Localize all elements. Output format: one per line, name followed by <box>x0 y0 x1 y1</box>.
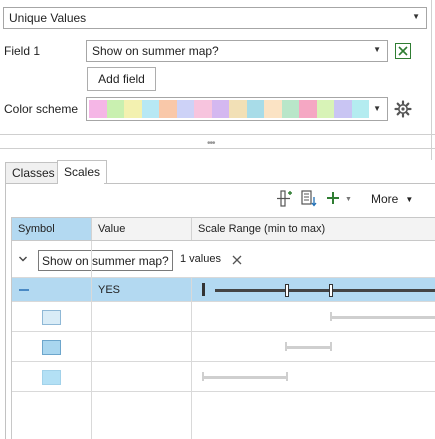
color-scheme-swatches <box>89 100 369 118</box>
add-field-button[interactable]: Add field <box>87 67 156 91</box>
color-swatch <box>351 100 369 118</box>
column-header-value[interactable]: Value <box>92 218 192 240</box>
gear-icon[interactable] <box>394 100 412 118</box>
add-icon[interactable] <box>325 190 341 206</box>
tab-classes[interactable]: Classes <box>5 162 62 183</box>
color-swatch <box>106 100 124 118</box>
color-swatch <box>281 100 299 118</box>
field1-label: Field 1 <box>4 44 41 58</box>
color-swatch <box>124 100 142 118</box>
color-swatch <box>194 100 212 118</box>
splitter-line <box>0 148 435 149</box>
table-row[interactable]: YES <box>12 278 435 302</box>
field1-dropdown[interactable]: Show on summer map? ▼ <box>86 40 388 62</box>
scale-range-handle-max[interactable] <box>329 284 333 297</box>
color-swatch <box>159 100 177 118</box>
more-button[interactable]: More ▼ <box>371 192 413 206</box>
close-icon[interactable] <box>232 254 242 265</box>
column-divider <box>191 278 192 439</box>
add-scale-break-icon[interactable] <box>276 190 293 207</box>
splitter-grip-icon[interactable]: ••• <box>207 139 215 149</box>
symbol-swatch[interactable] <box>42 340 61 355</box>
color-swatch <box>211 100 229 118</box>
color-swatch <box>264 100 282 118</box>
column-divider <box>91 278 92 439</box>
tab-scales-join <box>58 182 104 184</box>
tab-scales[interactable]: Scales <box>57 160 108 183</box>
table-row[interactable] <box>12 362 435 392</box>
range-cap-max <box>330 342 332 351</box>
color-swatch <box>246 100 264 118</box>
chevron-down-icon[interactable]: ▼ <box>345 196 352 203</box>
color-swatch <box>176 100 194 118</box>
primary-symbology-value: Unique Values <box>9 11 87 25</box>
symbol-swatch[interactable] <box>42 310 61 325</box>
scales-table: Symbol Value Scale Range (min to max) Sh… <box>11 217 435 439</box>
column-header-symbol[interactable]: Symbol <box>12 218 92 240</box>
splitter-line <box>0 134 435 135</box>
scale-range-bar[interactable] <box>330 316 435 319</box>
field1-value: Show on summer map? <box>92 44 219 58</box>
color-swatch <box>299 100 317 118</box>
scale-range-bar[interactable] <box>285 346 332 349</box>
scale-range-bar[interactable] <box>215 289 435 292</box>
column-header-scale-range[interactable]: Scale Range (min to max) <box>192 218 435 240</box>
chevron-down-icon: ▼ <box>412 12 420 21</box>
chevron-down-icon[interactable] <box>18 253 28 263</box>
table-header: Symbol Value Scale Range (min to max) <box>12 218 435 241</box>
group-row: Show on summer map? 1 values <box>12 241 435 278</box>
table-row[interactable] <box>12 332 435 362</box>
color-swatch <box>89 100 107 118</box>
group-value-count: 1 values <box>180 253 221 265</box>
color-swatch <box>334 100 352 118</box>
scale-range-handle-min[interactable] <box>285 284 289 297</box>
collapse-icon <box>19 289 29 291</box>
range-min-marker <box>202 283 205 296</box>
sort-icon[interactable] <box>300 190 317 207</box>
color-swatch <box>229 100 247 118</box>
color-swatch <box>141 100 159 118</box>
scale-range-bar[interactable] <box>202 376 288 379</box>
table-row[interactable] <box>12 302 435 332</box>
chevron-down-icon: ▼ <box>373 104 381 113</box>
range-cap-max <box>286 372 288 381</box>
color-swatch <box>316 100 334 118</box>
row-value: YES <box>98 284 121 296</box>
chevron-down-icon: ▼ <box>405 194 414 204</box>
panel-right-border <box>431 0 432 160</box>
chevron-down-icon: ▼ <box>373 45 381 54</box>
remove-field-icon[interactable] <box>395 43 411 59</box>
more-label: More <box>371 192 399 206</box>
group-field-name[interactable]: Show on summer map? <box>38 250 173 271</box>
symbol-swatch[interactable] <box>42 370 61 385</box>
primary-symbology-dropdown[interactable]: Unique Values ▼ <box>3 7 427 29</box>
color-scheme-label: Color scheme <box>4 102 79 116</box>
color-scheme-dropdown[interactable]: ▼ <box>86 97 388 121</box>
